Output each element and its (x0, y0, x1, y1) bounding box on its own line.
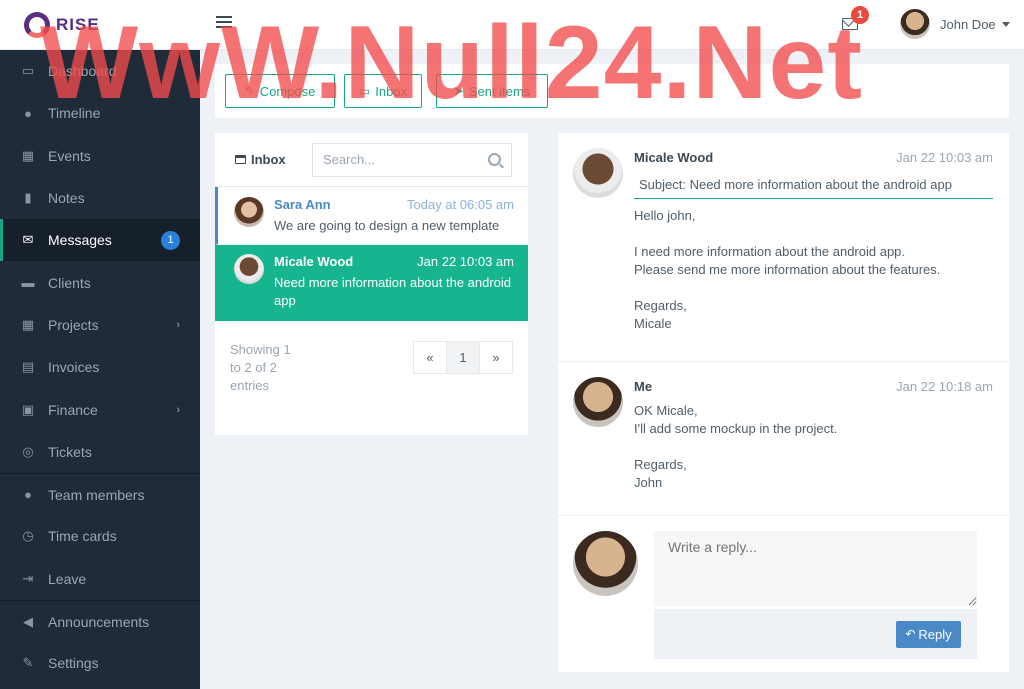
message-list-item-selected[interactable]: Micale Wood Jan 22 10:03 am Need more in… (215, 245, 528, 321)
sidebar-item-leave[interactable]: ⇥ Leave (0, 558, 200, 600)
message-view: Micale Wood Jan 22 10:03 am Subject: Nee… (558, 133, 1009, 672)
money-icon: ▣ (21, 401, 35, 417)
inbox-icon (235, 155, 246, 164)
messages-count-badge: 1 (161, 231, 180, 251)
thread-sender: Me (634, 379, 653, 394)
thread-subject: Subject: Need more information about the… (634, 172, 993, 199)
user-menu[interactable]: John Doe (900, 9, 1010, 39)
sender-avatar (573, 377, 623, 427)
brand[interactable]: RISE (0, 0, 200, 50)
message-subject: We are going to design a new template (274, 218, 500, 233)
brand-name: RISE (56, 15, 100, 34)
sender-avatar (234, 254, 264, 284)
sidebar-item-team-members[interactable]: ● Team members (0, 472, 200, 515)
message-sender: Sara Ann (274, 197, 331, 212)
user-name: John Doe (940, 16, 996, 32)
lifebuoy-icon: ◎ (22, 443, 34, 459)
sidebar-item-notes[interactable]: ▮ Notes (0, 177, 200, 219)
caret-down-icon (1001, 21, 1010, 27)
reply-toolbar: ↶ Reply (654, 609, 977, 659)
sent-items-tab[interactable]: ➤ Sent items (436, 74, 548, 108)
message-list-item[interactable]: Sara Ann Today at 06:05 am We are going … (215, 187, 528, 245)
sidebar-item-clients[interactable]: ▬ Clients (0, 261, 200, 303)
inbox-footer: Showing 1 to 2 of 2 entries « 1 » (215, 321, 528, 395)
reply-textarea[interactable] (654, 531, 977, 606)
message-date: Jan 22 10:03 am (417, 254, 514, 269)
comments-icon: ● (24, 105, 32, 121)
paper-plane-icon: ➤ (453, 84, 464, 98)
edit-icon: ✎ (244, 84, 255, 98)
sidebar-item-settings[interactable]: ✎ Settings (0, 642, 200, 684)
book-icon: ▮ (24, 190, 32, 206)
file-icon: ▤ (21, 359, 35, 375)
reply-button[interactable]: ↶ Reply (896, 620, 961, 648)
showing-entries: Showing 1 to 2 of 2 entries (230, 342, 291, 393)
grid-icon: ▦ (21, 316, 35, 332)
sender-avatar (573, 148, 623, 198)
page-1-button[interactable]: 1 (446, 341, 480, 374)
sidebar-item-announcements[interactable]: ◀ Announcements (0, 599, 200, 642)
thread-sender: Micale Wood (634, 150, 714, 165)
thread-date: Jan 22 10:18 am (896, 379, 993, 394)
prev-page-button[interactable]: « (413, 341, 447, 374)
thread-date: Jan 22 10:03 am (896, 150, 993, 165)
envelope-icon: ✉ (22, 232, 34, 248)
thread-body: Hello john, I need more information abou… (634, 208, 941, 331)
sidebar-item-tickets[interactable]: ◎ Tickets (0, 431, 200, 473)
sender-avatar (234, 197, 264, 227)
sidebar-item-messages[interactable]: ✉ Messages 1 (0, 219, 200, 262)
search-icon (488, 153, 501, 166)
sidebar-item-finance[interactable]: ▣ Finance › (0, 388, 200, 430)
sidebar-item-projects[interactable]: ▦ Projects › (0, 304, 200, 346)
briefcase-icon: ▬ (21, 275, 35, 291)
sidebar: ▭ Dashboard ● Timeline ▦ Events ▮ Notes ✉ Mes… (0, 50, 200, 689)
inbox-tab[interactable]: ▭ Inbox (344, 74, 422, 108)
sign-out-icon: ⇥ (22, 570, 34, 586)
sidebar-item-timeline[interactable]: ● Timeline (0, 92, 200, 134)
inbox-header: Inbox Search... (215, 133, 528, 187)
user-avatar (900, 9, 930, 39)
notifications-button[interactable]: 1 (842, 6, 869, 30)
inbox-icon: ▭ (358, 84, 371, 98)
search-input[interactable]: Search... (312, 142, 512, 177)
sidebar-item-time-cards[interactable]: ◷ Time cards (0, 515, 200, 557)
compose-button[interactable]: ✎ Compose (225, 74, 335, 108)
user-avatar (573, 531, 638, 596)
wrench-icon: ✎ (22, 655, 34, 671)
notification-badge: 1 (851, 6, 869, 24)
inbox-title: Inbox (235, 152, 286, 167)
message-subject: Need more information about the android … (274, 275, 512, 308)
rise-logo-icon (24, 12, 50, 38)
reply-section: ↶ Reply (558, 516, 1009, 659)
chevron-right-icon: › (176, 318, 180, 331)
message-tabs: ✎ Compose ▭ Inbox ➤ Sent items (215, 64, 1009, 118)
next-page-button[interactable]: » (479, 341, 513, 374)
pagination: « 1 » (413, 341, 513, 374)
menu-toggle-icon[interactable] (216, 16, 232, 30)
bullhorn-icon: ◀ (23, 613, 33, 629)
sidebar-item-invoices[interactable]: ▤ Invoices (0, 346, 200, 388)
user-icon: ● (24, 487, 32, 503)
thread-message: Me Jan 22 10:18 am OK Micale, I'll add s… (558, 362, 1009, 516)
monitor-icon: ▭ (21, 63, 35, 79)
top-bar: RISE 1 John Doe (0, 0, 1024, 50)
thread-body: OK Micale, I'll add some mockup in the p… (634, 403, 838, 490)
clock-icon: ◷ (22, 528, 34, 544)
calendar-icon: ▦ (21, 147, 35, 163)
sidebar-item-dashboard[interactable]: ▭ Dashboard (0, 50, 200, 92)
thread-message: Micale Wood Jan 22 10:03 am Subject: Nee… (558, 133, 1009, 362)
chevron-right-icon: › (176, 403, 180, 416)
message-date: Today at 06:05 am (407, 197, 514, 212)
inbox-panel: Inbox Search... Sara Ann Today at 06:05 … (215, 133, 528, 435)
sidebar-item-events[interactable]: ▦ Events (0, 135, 200, 177)
message-sender: Micale Wood (274, 254, 354, 269)
reply-icon: ↶ (905, 627, 916, 641)
